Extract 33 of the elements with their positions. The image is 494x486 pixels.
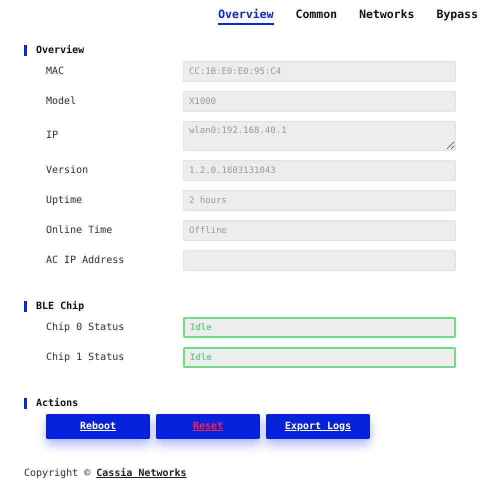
- nav-tab[interactable]: Common: [296, 7, 338, 25]
- section-marker: [24, 398, 27, 408]
- section-title: Actions: [36, 398, 78, 408]
- text-area[interactable]: wlan0:192.168.40.1: [183, 121, 456, 151]
- nav-tab[interactable]: Overview: [218, 7, 274, 25]
- input-field[interactable]: 1.2.0.1803131043: [183, 160, 456, 181]
- section-marker: [24, 300, 27, 312]
- status-field[interactable]: Idle: [183, 317, 456, 338]
- input-field[interactable]: [183, 250, 456, 271]
- field-label: Version: [46, 164, 90, 178]
- input-field[interactable]: Offline: [183, 220, 456, 241]
- input-field[interactable]: X1000: [183, 91, 456, 112]
- field-label: Model: [46, 95, 78, 109]
- field-label: Online Time: [46, 224, 114, 238]
- section-title: BLE Chip: [36, 300, 84, 312]
- input-field[interactable]: 2 hours: [183, 190, 456, 211]
- field-label: AC IP Address: [46, 254, 126, 268]
- field-label: Uptime: [46, 194, 84, 208]
- company-link[interactable]: Cassia Networks: [96, 468, 187, 479]
- nav-tab[interactable]: Networks: [359, 7, 414, 25]
- copyright-text: Copyright ©: [24, 468, 90, 479]
- input-field[interactable]: CC:1B:E0:E0:95:C4: [183, 61, 456, 82]
- section-marker: [24, 44, 27, 56]
- action-button[interactable]: Export Logs: [266, 414, 370, 439]
- reset-button[interactable]: Reset: [156, 414, 260, 439]
- section-title: Overview: [36, 44, 84, 56]
- status-field[interactable]: Idle: [183, 347, 456, 368]
- field-label: MAC: [46, 65, 66, 79]
- field-label: IP: [46, 129, 60, 143]
- action-button[interactable]: Reboot: [46, 414, 150, 439]
- field-label: Chip 1 Status: [46, 351, 126, 365]
- field-label: Chip 0 Status: [46, 321, 126, 335]
- nav-tab[interactable]: Bypass: [436, 7, 478, 25]
